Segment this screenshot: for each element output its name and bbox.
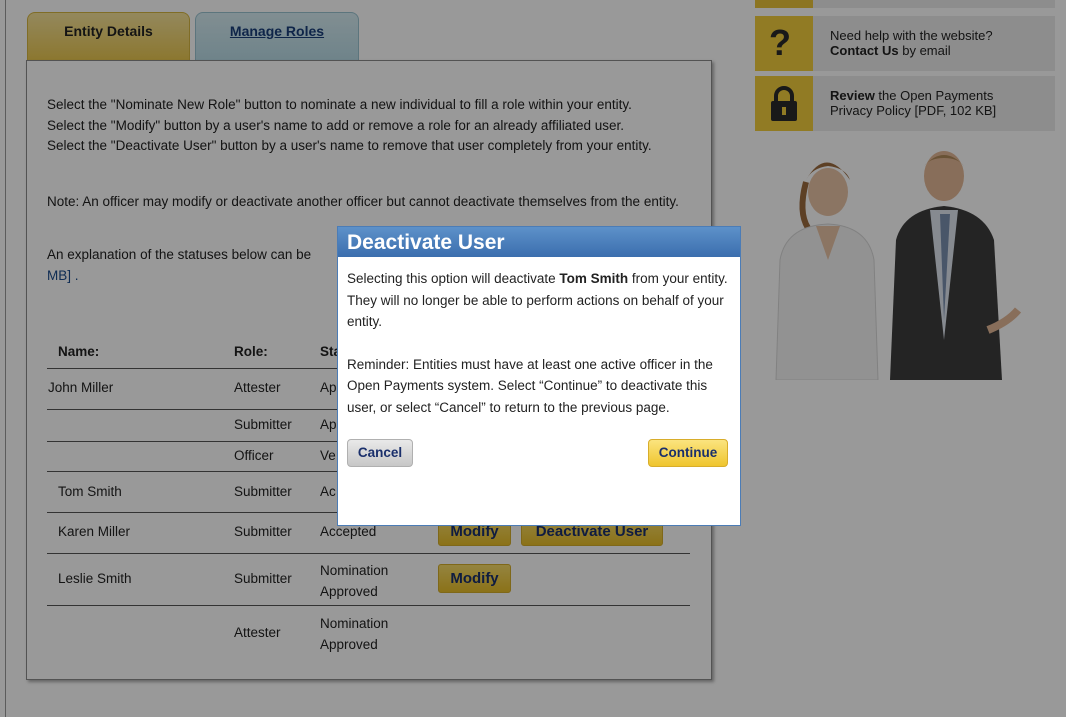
continue-button[interactable]: Continue bbox=[648, 439, 728, 467]
deactivate-user-dialog: Deactivate User Selecting this option wi… bbox=[337, 226, 741, 526]
dialog-user-name: Tom Smith bbox=[559, 271, 629, 286]
dialog-message-pre: Selecting this option will deactivate bbox=[347, 271, 560, 286]
dialog-message: Selecting this option will deactivate To… bbox=[347, 268, 737, 333]
cancel-button[interactable]: Cancel bbox=[347, 439, 413, 467]
dialog-reminder: Reminder: Entities must have at least on… bbox=[347, 356, 713, 415]
dialog-title: Deactivate User bbox=[338, 227, 740, 257]
page: Entity Details Manage Roles Select the "… bbox=[0, 0, 1066, 717]
dialog-body: Selecting this option will deactivate To… bbox=[347, 268, 737, 439]
